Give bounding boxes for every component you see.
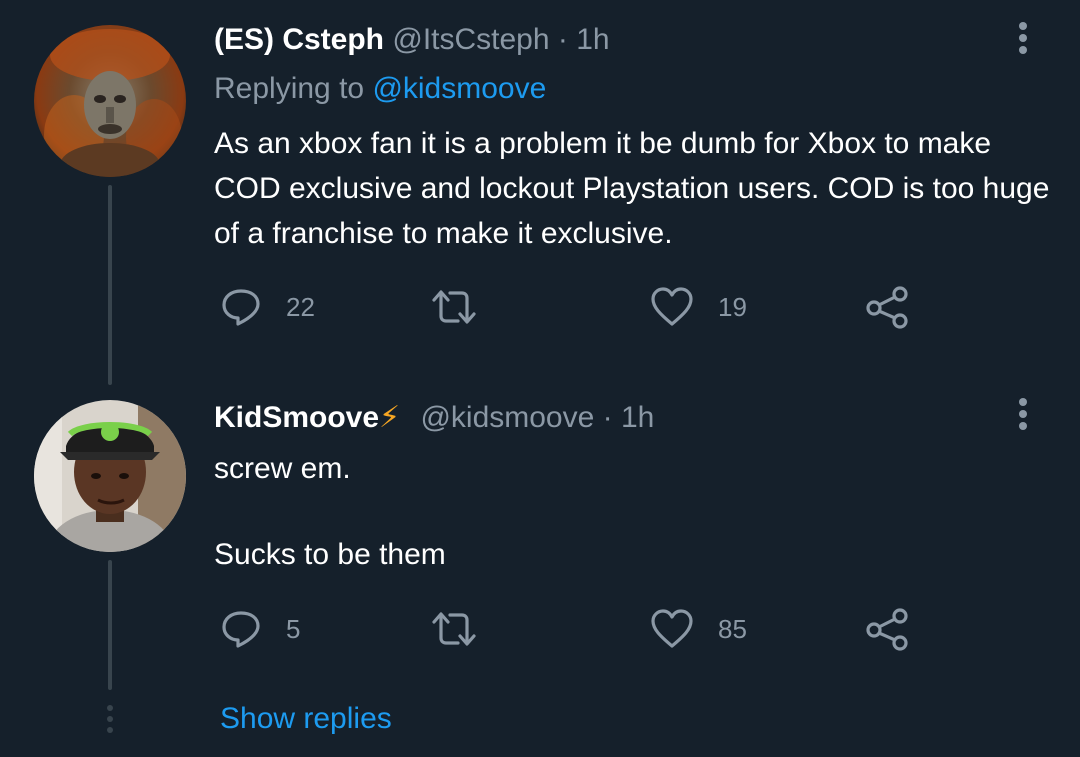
user-handle[interactable]: @ItsCsteph — [392, 23, 549, 56]
retweet-icon — [432, 612, 476, 646]
share-button[interactable] — [864, 604, 912, 654]
show-replies-link[interactable]: Show replies — [220, 700, 392, 738]
reply-icon — [222, 611, 260, 648]
thread-line — [108, 560, 112, 690]
reply-count: 5 — [286, 613, 301, 644]
more-vertical-icon — [1019, 22, 1027, 54]
tweet-csteph[interactable]: (ES) Csteph @ItsCsteph · 1h Replying to … — [0, 0, 1080, 385]
tweet-header: (ES) Csteph @ItsCsteph · 1h — [214, 22, 610, 58]
tweet-actions: 5 85 — [214, 604, 934, 654]
retweet-icon — [432, 290, 476, 324]
like-button[interactable]: 19 — [650, 282, 747, 332]
share-icon — [866, 608, 908, 651]
like-button[interactable]: 85 — [650, 604, 747, 654]
more-options-button[interactable] — [1010, 18, 1036, 58]
more-options-button[interactable] — [1010, 394, 1036, 434]
tweet-text-line-1: screw em. — [214, 452, 351, 485]
more-vertical-icon — [1019, 398, 1027, 430]
display-name[interactable]: (ES) Csteph — [214, 23, 384, 56]
display-name[interactable]: KidSmoove — [214, 401, 379, 434]
avatar-csteph[interactable] — [34, 25, 186, 177]
reply-button[interactable]: 22 — [220, 282, 315, 332]
like-count: 19 — [718, 291, 747, 322]
tweet-header: KidSmoove⚡ @kidsmoove · 1h — [214, 400, 654, 436]
share-icon — [866, 286, 908, 329]
like-count: 85 — [718, 613, 747, 644]
reply-icon — [222, 289, 260, 326]
heart-icon — [651, 609, 693, 648]
share-button[interactable] — [864, 282, 912, 332]
lightning-bolt-icon: ⚡ — [379, 401, 401, 434]
retweet-button[interactable] — [430, 604, 502, 654]
avatar-kidsmoove[interactable] — [34, 400, 186, 552]
timestamp[interactable]: · 1h — [558, 23, 610, 56]
replying-to-handle[interactable]: @kidsmoove — [372, 72, 546, 105]
tweet-actions: 22 19 — [214, 282, 934, 332]
thread-continuation-dots-icon — [105, 703, 115, 739]
user-handle[interactable]: @kidsmoove — [420, 401, 594, 434]
tweet-kidsmoove[interactable]: KidSmoove⚡ @kidsmoove · 1h screw em. Suc… — [0, 380, 1080, 690]
conversation-thread: (ES) Csteph @ItsCsteph · 1h Replying to … — [0, 0, 1080, 757]
reply-count: 22 — [286, 291, 315, 322]
retweet-button[interactable] — [430, 282, 502, 332]
tweet-text-line-2: Sucks to be them — [214, 538, 446, 571]
timestamp[interactable]: · 1h — [603, 401, 655, 434]
replying-to: Replying to @kidsmoove — [214, 71, 546, 107]
tweet-text: As an xbox fan it is a problem it be dum… — [214, 127, 1050, 250]
reply-button[interactable]: 5 — [220, 604, 300, 654]
thread-line — [108, 185, 112, 385]
replying-label: Replying to — [214, 72, 365, 105]
heart-icon — [651, 287, 693, 326]
